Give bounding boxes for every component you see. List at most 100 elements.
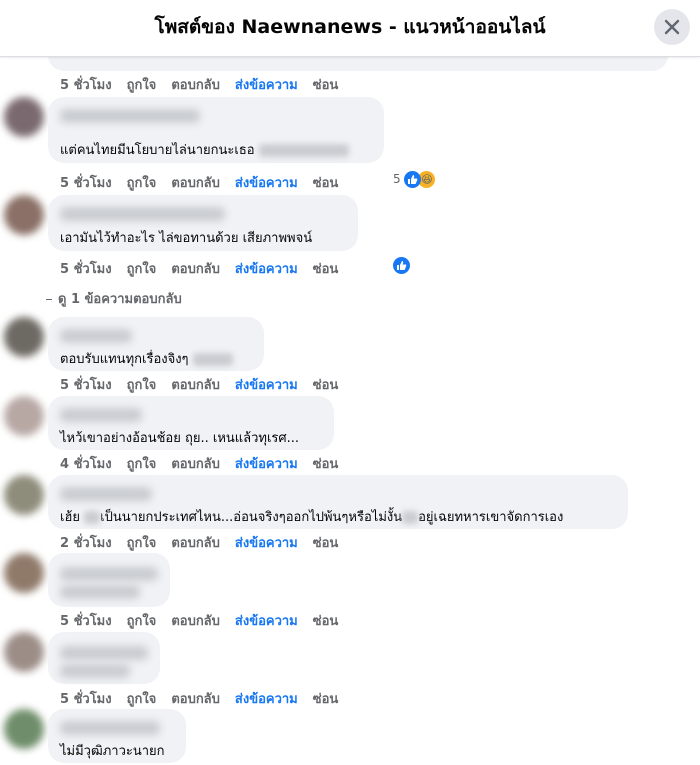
comment-time[interactable]: 5 ชั่วโมง bbox=[60, 378, 112, 393]
redacted-text bbox=[402, 511, 419, 524]
like-reaction-icon bbox=[404, 171, 422, 188]
commenter-name[interactable] bbox=[60, 408, 142, 422]
redacted-text bbox=[192, 353, 233, 366]
comment: เฮ้ย เป็นนายกประเทศไหน...อ่อนจริงๆออกไปพ… bbox=[0, 475, 700, 551]
comment-text-part: เป็นนายกประเทศไหน...อ่อนจริงๆออกไปพ้นๆหร… bbox=[100, 510, 403, 525]
comment-actions: 2 ชั่วโมง ถูกใจ ตอบกลับ ส่งข้อความ ซ่อน bbox=[60, 532, 353, 553]
reply-button[interactable]: ตอบกลับ bbox=[171, 692, 220, 707]
hide-button[interactable]: ซ่อน bbox=[313, 176, 339, 191]
avatar[interactable] bbox=[4, 396, 44, 436]
hide-button[interactable]: ซ่อน bbox=[313, 614, 339, 629]
comment: เอามันไว้ทำอะไร ไล่ขอทานด้วย เสียภาพพจน์… bbox=[0, 195, 700, 285]
hide-button[interactable]: ซ่อน bbox=[313, 378, 339, 393]
view-more-replies-label: ดู 1 ข้อความตอบกลับ bbox=[58, 292, 182, 307]
comment-bubble bbox=[48, 553, 170, 607]
comment-bubble bbox=[48, 57, 668, 71]
avatar[interactable] bbox=[4, 97, 44, 137]
hide-button[interactable]: ซ่อน bbox=[313, 692, 339, 707]
comment-bubble: เอามันไว้ทำอะไร ไล่ขอทานด้วย เสียภาพพจน์ bbox=[48, 195, 358, 251]
redacted-text bbox=[60, 664, 130, 678]
comment-bubble: แต่คนไทยมีนโยบายไล่นายกนะเธอ bbox=[48, 97, 384, 163]
send-message-button[interactable]: ส่งข้อความ bbox=[235, 378, 298, 393]
haha-reaction-icon: 😆 bbox=[418, 171, 436, 188]
comment-actions: 5 ชั่วโมง ถูกใจ ตอบกลับ ส่งข้อความ ซ่อน bbox=[60, 258, 353, 279]
comment-bubble: ตอบรับแทนทุกเรื่องจิงๆ bbox=[48, 317, 264, 371]
comment-time[interactable]: 5 ชั่วโมง bbox=[60, 78, 112, 93]
comment-text-part: เฮ้ย bbox=[60, 510, 80, 525]
send-message-button[interactable]: ส่งข้อความ bbox=[235, 614, 298, 629]
dialog-header: โพสต์ของ Naewnanews - แนวหน้าออนไลน์ bbox=[0, 0, 700, 57]
like-button[interactable]: ถูกใจ bbox=[127, 262, 157, 277]
send-message-button[interactable]: ส่งข้อความ bbox=[235, 457, 298, 472]
like-reaction-icon bbox=[393, 257, 410, 274]
like-button[interactable]: ถูกใจ bbox=[127, 378, 157, 393]
commenter-name[interactable] bbox=[60, 646, 148, 660]
like-button[interactable]: ถูกใจ bbox=[127, 614, 157, 629]
send-message-button[interactable]: ส่งข้อความ bbox=[235, 78, 298, 93]
commenter-name[interactable] bbox=[60, 207, 225, 221]
reply-button[interactable]: ตอบกลับ bbox=[171, 457, 220, 472]
comment-text: เอามันไว้ทำอะไร ไล่ขอทานด้วย เสียภาพพจน์ bbox=[60, 231, 313, 246]
commenter-name[interactable] bbox=[60, 329, 132, 343]
comment-bubble: เฮ้ย เป็นนายกประเทศไหน...อ่อนจริงๆออกไปพ… bbox=[48, 475, 628, 529]
comment-time[interactable]: 4 ชั่วโมง bbox=[60, 457, 112, 472]
comment-bubble bbox=[48, 632, 160, 684]
comment: 5 ชั่วโมง ถูกใจ ตอบกลับ ส่งข้อความ ซ่อน bbox=[0, 553, 700, 631]
avatar[interactable] bbox=[4, 553, 44, 593]
redacted-text bbox=[258, 144, 349, 157]
reply-button[interactable]: ตอบกลับ bbox=[171, 378, 220, 393]
commenter-name[interactable] bbox=[60, 109, 200, 123]
comment-actions: 5 ชั่วโมง ถูกใจ ตอบกลับ ส่งข้อความ ซ่อน bbox=[60, 610, 353, 631]
send-message-button[interactable]: ส่งข้อความ bbox=[235, 176, 298, 191]
reaction-summary[interactable] bbox=[393, 257, 410, 274]
send-message-button[interactable]: ส่งข้อความ bbox=[235, 262, 298, 277]
comment-list[interactable]: 5 ชั่วโมง ถูกใจ ตอบกลับ ส่งข้อความ ซ่อน แต่ค… bbox=[0, 57, 700, 765]
close-icon bbox=[664, 19, 680, 35]
hide-button[interactable]: ซ่อน bbox=[313, 536, 339, 551]
avatar[interactable] bbox=[4, 632, 44, 672]
like-button[interactable]: ถูกใจ bbox=[127, 457, 157, 472]
comment: ตอบรับแทนทุกเรื่องจิงๆ 5 ชั่วโมง ถูกใจ ตอบ… bbox=[0, 317, 700, 393]
comment: ไม่มีวุฒิภาวะนายก bbox=[0, 709, 700, 765]
comment-actions: 5 ชั่วโมง ถูกใจ ตอบกลับ ส่งข้อความ ซ่อน bbox=[60, 172, 353, 193]
avatar[interactable] bbox=[4, 195, 44, 235]
reply-button[interactable]: ตอบกลับ bbox=[171, 614, 220, 629]
comment-text-part: อยู่เฉยทหารเขาจัดการเอง bbox=[418, 510, 564, 525]
view-more-replies[interactable]: ดู 1 ข้อความตอบกลับ bbox=[46, 288, 182, 309]
comment-actions: 5 ชั่วโมง ถูกใจ ตอบกลับ ส่งข้อความ ซ่อน bbox=[60, 688, 353, 709]
commenter-name[interactable] bbox=[60, 487, 152, 501]
comment-text: แต่คนไทยมีนโยบายไล่นายกนะเธอ bbox=[60, 143, 255, 158]
reply-button[interactable]: ตอบกลับ bbox=[171, 78, 220, 93]
reaction-summary[interactable]: 5 😆 bbox=[393, 171, 436, 188]
avatar[interactable] bbox=[4, 709, 44, 749]
comment-time[interactable]: 5 ชั่วโมง bbox=[60, 692, 112, 707]
like-button[interactable]: ถูกใจ bbox=[127, 536, 157, 551]
reply-connector bbox=[46, 299, 52, 300]
like-button[interactable]: ถูกใจ bbox=[127, 692, 157, 707]
commenter-name[interactable] bbox=[60, 721, 160, 735]
redacted-text bbox=[60, 585, 140, 599]
commenter-name[interactable] bbox=[60, 567, 158, 581]
hide-button[interactable]: ซ่อน bbox=[313, 262, 339, 277]
reaction-count: 5 bbox=[393, 172, 401, 186]
comment-time[interactable]: 5 ชั่วโมง bbox=[60, 176, 112, 191]
comment-bubble: ไม่มีวุฒิภาวะนายก bbox=[48, 709, 186, 763]
comment-time[interactable]: 2 ชั่วโมง bbox=[60, 536, 112, 551]
hide-button[interactable]: ซ่อน bbox=[313, 78, 339, 93]
comment: แต่คนไทยมีนโยบายไล่นายกนะเธอ 5 ชั่วโมง ถู… bbox=[0, 97, 700, 192]
comment-text: ไม่มีวุฒิภาวะนายก bbox=[60, 744, 165, 759]
avatar[interactable] bbox=[4, 317, 44, 357]
avatar[interactable] bbox=[4, 475, 44, 515]
comment-time[interactable]: 5 ชั่วโมง bbox=[60, 262, 112, 277]
hide-button[interactable]: ซ่อน bbox=[313, 457, 339, 472]
send-message-button[interactable]: ส่งข้อความ bbox=[235, 692, 298, 707]
comment-actions: 4 ชั่วโมง ถูกใจ ตอบกลับ ส่งข้อความ ซ่อน bbox=[60, 453, 353, 474]
like-button[interactable]: ถูกใจ bbox=[127, 176, 157, 191]
like-button[interactable]: ถูกใจ bbox=[127, 78, 157, 93]
send-message-button[interactable]: ส่งข้อความ bbox=[235, 536, 298, 551]
reply-button[interactable]: ตอบกลับ bbox=[171, 262, 220, 277]
reply-button[interactable]: ตอบกลับ bbox=[171, 536, 220, 551]
reply-button[interactable]: ตอบกลับ bbox=[171, 176, 220, 191]
close-button[interactable] bbox=[654, 9, 690, 45]
comment-time[interactable]: 5 ชั่วโมง bbox=[60, 614, 112, 629]
